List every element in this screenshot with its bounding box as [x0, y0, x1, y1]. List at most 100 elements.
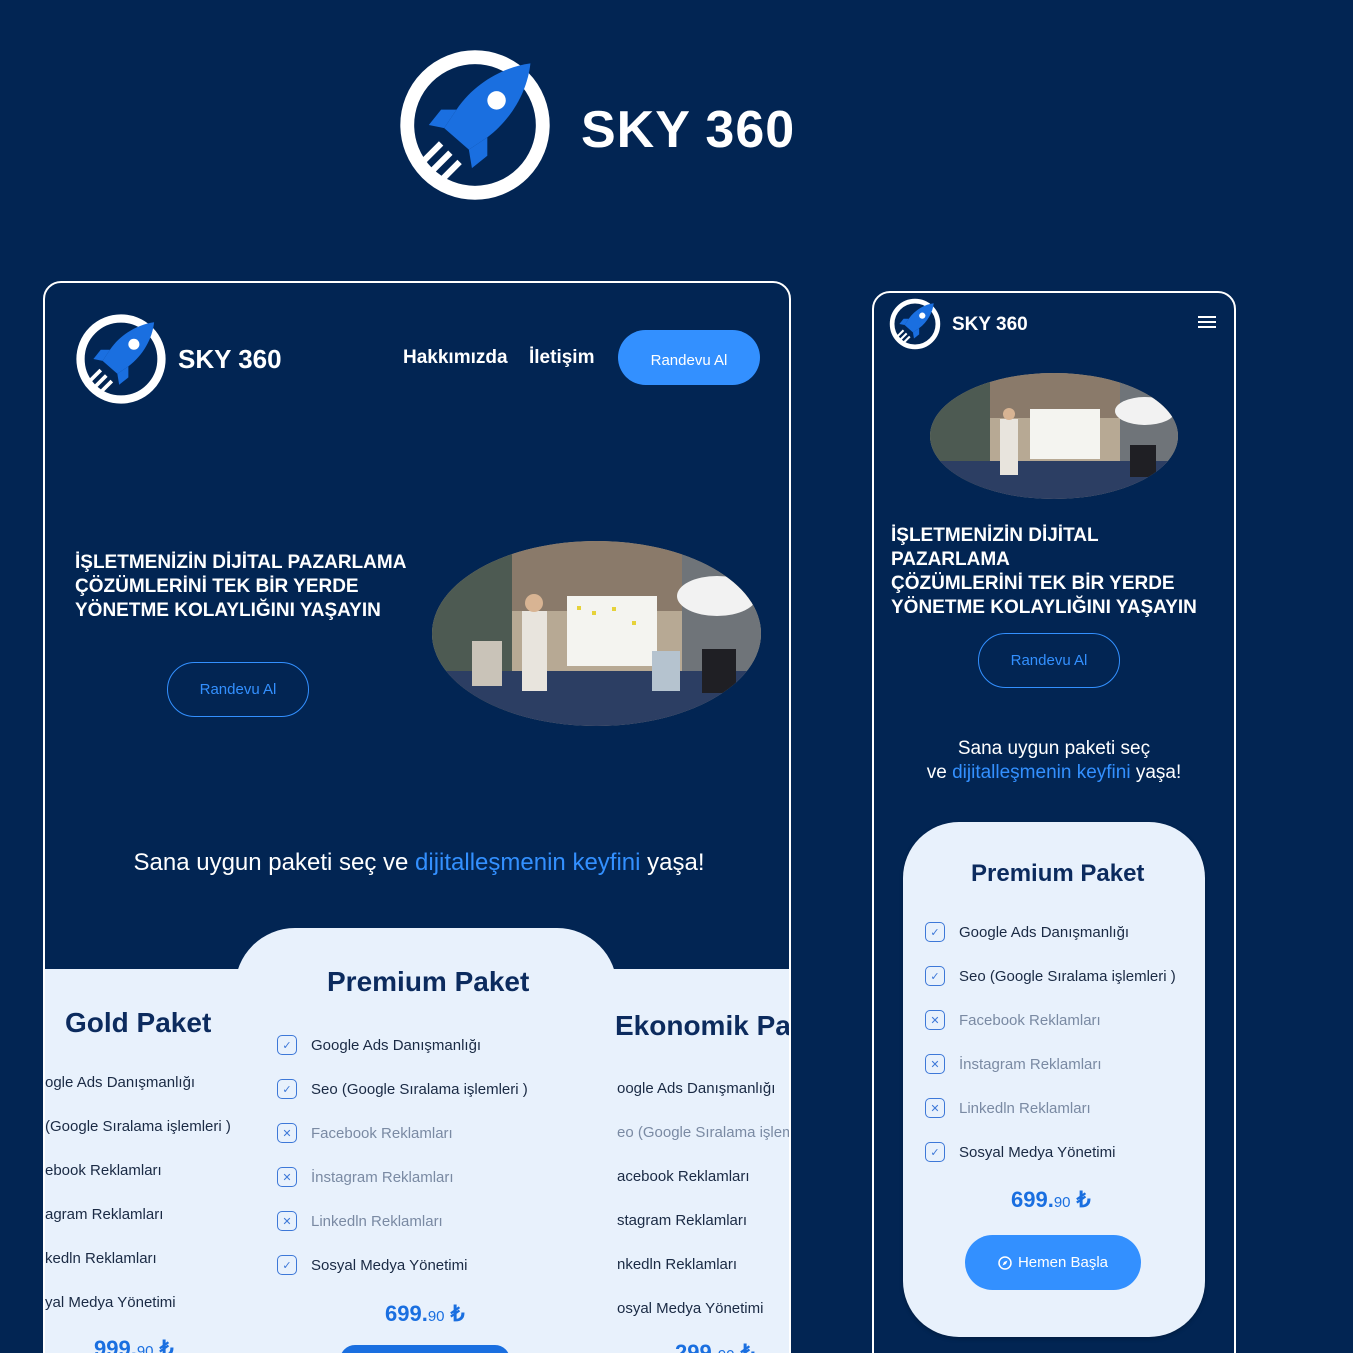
- pricing-tagline: Sana uygun paketi seç ve dijitalleşmenin…: [45, 849, 789, 877]
- feature-label: İnstagram Reklamları: [311, 1168, 454, 1186]
- gold-feature: ogle Ads Danışmanlığı: [45, 1074, 196, 1091]
- brand-title: SKY 360: [581, 101, 796, 159]
- mobile-mockup: SKY 360 İŞLETMENİZİN DİJİTAL PAZARLAMA Ç…: [872, 291, 1236, 1353]
- hero-headline-line: YÖNETME KOLAYLIĞINI YAŞAYIN: [891, 597, 1197, 618]
- tagline-text: ve: [926, 762, 953, 783]
- cross-icon: ✕: [277, 1123, 297, 1143]
- feature-label: İnstagram Reklamları: [959, 1055, 1102, 1073]
- check-icon: ✓: [277, 1079, 297, 1099]
- ekonomik-feature: acebook Reklamları: [617, 1168, 750, 1185]
- feature-label: Linkedln Reklamları: [959, 1099, 1091, 1117]
- feature-label: Seo (Google Sıralama işlemleri ): [959, 967, 1176, 985]
- gold-price: 999.90 ₺: [94, 1336, 174, 1353]
- nav-about-link[interactable]: Hakkımızda: [403, 347, 508, 369]
- cross-icon: ✕: [925, 1010, 945, 1030]
- premium-feature: ✕ Linkedln Reklamları: [925, 1098, 1091, 1118]
- hero-headline: İŞLETMENİZİN DİJİTAL PAZARLAMA ÇÖZÜMLERİ…: [891, 524, 1221, 620]
- currency-symbol: ₺: [159, 1336, 174, 1353]
- gold-card-title: Gold Paket: [65, 1007, 212, 1038]
- price-main: 699.: [385, 1301, 428, 1326]
- rocket-logo-icon[interactable]: [889, 298, 941, 350]
- hero-headline: İŞLETMENİZİN DİJİTAL PAZARLAMA ÇÖZÜMLERİ…: [75, 551, 415, 623]
- premium-price: 699.90 ₺: [385, 1301, 465, 1327]
- header-brand[interactable]: SKY 360: [952, 314, 1028, 336]
- premium-card: Premium Paket ✓ Google Ads Danışmanlığı ✓…: [903, 822, 1205, 1337]
- cross-icon: ✕: [277, 1211, 297, 1231]
- check-icon: ✓: [277, 1255, 297, 1275]
- gold-feature: yal Medya Yönetimi: [45, 1294, 176, 1311]
- header-brand[interactable]: SKY 360: [178, 344, 282, 375]
- currency-symbol: ₺: [740, 1340, 755, 1353]
- check-icon: ✓: [925, 1142, 945, 1162]
- price-main: 299.: [675, 1340, 718, 1353]
- premium-feature: ✕ Linkedln Reklamları: [277, 1211, 443, 1231]
- ekonomik-price: 299.90 ₺: [675, 1340, 755, 1353]
- premium-feature: ✓ Sosyal Medya Yönetimi: [925, 1142, 1115, 1162]
- tagline-text: yaşa!: [1130, 762, 1182, 783]
- tagline-text: yaşa!: [640, 849, 705, 876]
- rocket-logo-icon: [400, 50, 550, 200]
- premium-card-title: Premium Paket: [327, 966, 530, 997]
- premium-feature: ✓ Google Ads Danışmanlığı: [277, 1035, 481, 1055]
- cross-icon: ✕: [277, 1167, 297, 1187]
- premium-start-button[interactable]: [340, 1345, 510, 1353]
- check-icon: ✓: [277, 1035, 297, 1055]
- start-now-button[interactable]: Hemen Başla: [965, 1235, 1141, 1290]
- ekonomik-feature: stagram Reklamları: [617, 1212, 748, 1229]
- tagline-text: Sana uygun paketi seç ve: [133, 849, 416, 876]
- hero-headline-line: İŞLETMENİZİN DİJİTAL PAZARLAMA: [891, 525, 1099, 570]
- ekonomik-feature: osyal Medya Yönetimi: [617, 1300, 764, 1317]
- price-main: 699.: [1011, 1187, 1054, 1212]
- price-cents: 90: [427, 1308, 445, 1325]
- premium-feature: ✕ Facebook Reklamları: [277, 1123, 453, 1143]
- ekonomik-card-title: Ekonomik Pak: [615, 1010, 791, 1041]
- cross-icon: ✕: [925, 1054, 945, 1074]
- tagline-accent: dijitalleşmenin keyfini: [415, 849, 641, 876]
- gold-feature: kedln Reklamları: [45, 1250, 157, 1267]
- premium-feature: ✓ Sosyal Medya Yönetimi: [277, 1255, 467, 1275]
- price-cents: 90: [136, 1343, 154, 1353]
- ekonomik-feature: eo (Google Sıralama işleml: [617, 1124, 791, 1141]
- price-cents: 90: [718, 1347, 735, 1353]
- gold-feature: agram Reklamları: [45, 1206, 164, 1223]
- feature-label: Google Ads Danışmanlığı: [311, 1036, 482, 1054]
- premium-feature: ✕ İnstagram Reklamları: [277, 1167, 454, 1187]
- hero-headline-line: İŞLETMENİZİN DİJİTAL PAZARLAMA: [75, 552, 407, 573]
- check-icon: ✓: [925, 922, 945, 942]
- hamburger-menu-icon[interactable]: [1198, 316, 1216, 330]
- hero-headline-line: ÇÖZÜMLERİNİ TEK BİR YERDE: [891, 573, 1175, 594]
- gold-feature: (Google Sıralama işlemleri ): [45, 1118, 231, 1135]
- compass-icon: [998, 1255, 1012, 1270]
- premium-feature: ✕ İnstagram Reklamları: [925, 1054, 1102, 1074]
- feature-label: Seo (Google Sıralama işlemleri ): [311, 1080, 528, 1098]
- feature-label: Facebook Reklamları: [959, 1011, 1101, 1029]
- feature-label: Google Ads Danışmanlığı: [959, 923, 1130, 941]
- feature-label: Facebook Reklamları: [311, 1124, 453, 1142]
- team-meeting-photo: [432, 541, 761, 726]
- premium-feature: ✓ Seo (Google Sıralama işlemleri ): [925, 966, 1176, 986]
- nav-contact-link[interactable]: İletişim: [529, 347, 594, 369]
- hero-appointment-button[interactable]: Randevu Al: [167, 662, 309, 717]
- premium-feature: ✕ Facebook Reklamları: [925, 1010, 1101, 1030]
- feature-label: Linkedln Reklamları: [311, 1212, 443, 1230]
- tagline-text: Sana uygun paketi seç: [957, 738, 1151, 759]
- team-meeting-photo: [930, 373, 1178, 499]
- tagline-line: ve dijitalleşmenin keyfini yaşa!: [874, 761, 1234, 785]
- page-root: SKY 360 SKY 360 Hakkımızda İletişim Rand…: [0, 0, 1353, 1353]
- rocket-logo-icon[interactable]: [75, 313, 167, 405]
- hero-headline-line: ÇÖZÜMLERİNİ TEK BİR YERDE: [75, 576, 359, 597]
- hero-appointment-button[interactable]: Randevu Al: [978, 633, 1120, 688]
- currency-symbol: ₺: [450, 1301, 465, 1326]
- premium-price: 699.90 ₺: [1011, 1187, 1091, 1213]
- gold-feature: ebook Reklamları: [45, 1162, 162, 1179]
- premium-card-title: Premium Paket: [971, 860, 1145, 887]
- ekonomik-feature: oogle Ads Danışmanlığı: [617, 1080, 776, 1097]
- cross-icon: ✕: [925, 1098, 945, 1118]
- feature-label: Sosyal Medya Yönetimi: [959, 1143, 1116, 1161]
- desktop-mockup: SKY 360 Hakkımızda İletişim Randevu Al İ…: [43, 281, 791, 1353]
- premium-feature: ✓ Seo (Google Sıralama işlemleri ): [277, 1079, 528, 1099]
- premium-feature: ✓ Google Ads Danışmanlığı: [925, 922, 1129, 942]
- feature-label: Sosyal Medya Yönetimi: [311, 1256, 468, 1274]
- appointment-button[interactable]: Randevu Al: [618, 330, 760, 385]
- price-cents: 90: [1053, 1194, 1071, 1211]
